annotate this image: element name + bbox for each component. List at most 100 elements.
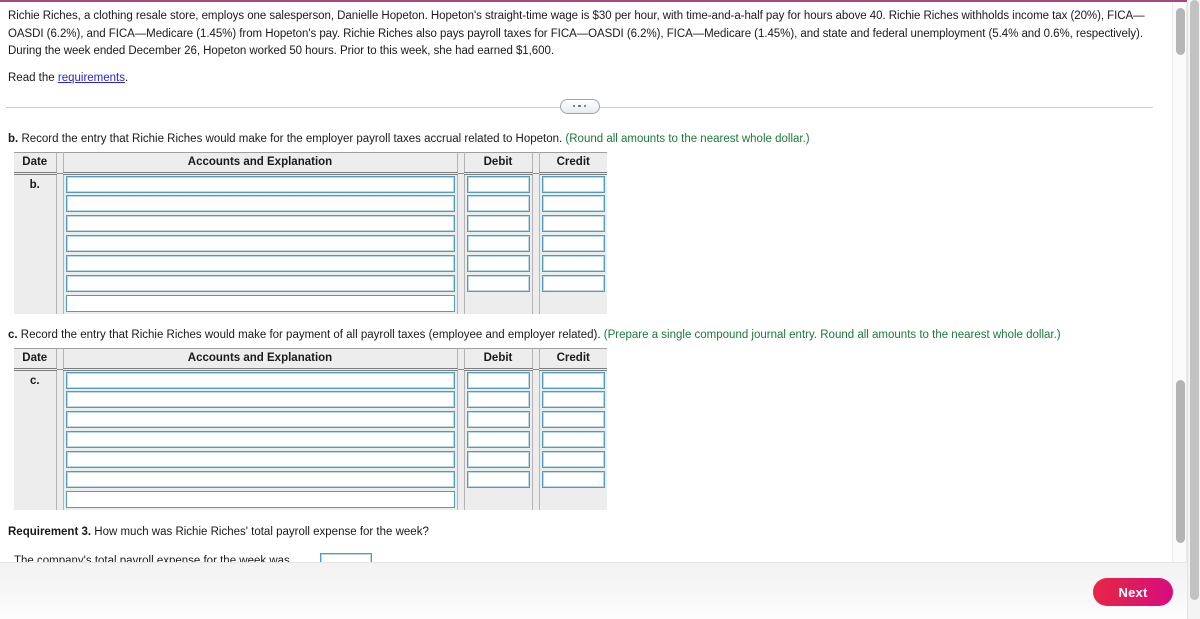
credit-input-c-1[interactable]	[541, 371, 605, 389]
account-input-c-2[interactable]	[65, 391, 455, 408]
debit-input-c-3[interactable]	[466, 411, 530, 428]
credit-input-b-1[interactable]	[541, 175, 605, 193]
problem-statement: Richie Riches, a clothing resale store, …	[8, 10, 1145, 57]
account-input-c-1[interactable]	[65, 371, 455, 389]
debit-cell	[464, 253, 532, 274]
debit-cell	[464, 389, 532, 410]
debit-input-c-4[interactable]	[466, 431, 530, 448]
debit-input-c-6[interactable]	[466, 471, 530, 488]
account-input-c-4[interactable]	[65, 431, 455, 448]
credit-input-b-4[interactable]	[541, 235, 605, 252]
credit-cell	[539, 369, 607, 390]
page-footer: Next	[0, 562, 1187, 619]
explanation-input-c[interactable]	[65, 491, 455, 508]
ellipsis-dot-icon	[572, 104, 576, 108]
debit-input-b-4[interactable]	[466, 235, 530, 252]
credit-cell	[539, 273, 607, 294]
account-input-b-1[interactable]	[65, 175, 455, 193]
next-button[interactable]: Next	[1093, 578, 1173, 606]
table-row	[14, 409, 607, 430]
account-cell	[63, 213, 457, 234]
account-input-c-5[interactable]	[65, 451, 455, 468]
total-payroll-expense-input[interactable]	[319, 552, 372, 562]
part-b-prompt: b. Record the entry that Richie Riches w…	[8, 132, 1161, 147]
table-row: c.	[14, 369, 607, 510]
account-input-b-3[interactable]	[65, 215, 455, 232]
read-suffix: .	[125, 71, 129, 84]
credit-input-b-2[interactable]	[541, 195, 605, 212]
column-separator	[456, 347, 465, 370]
debit-input-b-1[interactable]	[466, 175, 530, 193]
credit-cell	[539, 193, 607, 214]
credit-cell	[539, 173, 607, 194]
column-separator	[55, 347, 64, 370]
scrollbar-thumb-lower[interactable]	[1176, 380, 1185, 543]
requirement-3-answer-row: The company's total payroll expense for …	[14, 552, 1161, 562]
explanation-input-b[interactable]	[65, 295, 455, 312]
column-separator	[456, 151, 465, 174]
column-header-debit: Debit	[464, 347, 532, 371]
debit-cell	[464, 193, 532, 214]
page-scrollbar[interactable]	[1187, 0, 1200, 619]
account-input-b-6[interactable]	[65, 275, 455, 292]
debit-input-b-2[interactable]	[466, 195, 530, 212]
credit-input-c-3[interactable]	[541, 411, 605, 428]
explanation-cell	[63, 293, 457, 314]
account-cell	[63, 409, 457, 430]
debit-input-b-5[interactable]	[466, 255, 530, 272]
account-cell	[63, 469, 457, 490]
credit-input-c-6[interactable]	[541, 471, 605, 488]
credit-input-c-2[interactable]	[541, 391, 605, 408]
debit-cell	[464, 173, 532, 194]
table-row	[14, 273, 607, 294]
column-header-accounts: Accounts and Explanation	[63, 151, 457, 175]
credit-input-b-5[interactable]	[541, 255, 605, 272]
debit-cell	[464, 369, 532, 390]
part-c-letter: c.	[8, 328, 18, 341]
journal-b-header-row: Date Accounts and Explanation Debit Cred…	[14, 151, 607, 175]
table-row	[14, 389, 607, 410]
part-b-date-label: b.	[14, 173, 56, 314]
debit-input-c-5[interactable]	[466, 451, 530, 468]
credit-cell	[539, 449, 607, 470]
question-panel-scrollbar[interactable]	[1172, 2, 1187, 562]
page-scrollbar-thumb[interactable]	[1190, 0, 1199, 600]
account-input-c-6[interactable]	[65, 471, 455, 488]
account-input-b-2[interactable]	[65, 195, 455, 212]
read-requirements-line: Read the requirements.	[8, 70, 1161, 86]
account-cell	[63, 253, 457, 274]
part-b-hint: (Round all amounts to the nearest whole …	[565, 132, 810, 145]
journal-c-header-row: Date Accounts and Explanation Debit Cred…	[14, 347, 607, 371]
expand-ellipsis-button[interactable]	[559, 98, 600, 114]
column-header-credit: Credit	[539, 151, 607, 175]
account-input-c-3[interactable]	[65, 411, 455, 428]
scrollbar-thumb-upper[interactable]	[1176, 8, 1185, 55]
part-b-text: Record the entry that Richie Riches woul…	[21, 132, 563, 145]
journal-b-body: b.	[14, 173, 607, 314]
credit-input-b-3[interactable]	[541, 215, 605, 232]
debit-input-c-2[interactable]	[466, 391, 530, 408]
requirements-link[interactable]: requirements	[58, 72, 125, 84]
credit-cell	[539, 213, 607, 234]
debit-cell	[464, 273, 532, 294]
credit-input-b-6[interactable]	[541, 275, 605, 292]
credit-input-c-5[interactable]	[541, 451, 605, 468]
table-row	[14, 449, 607, 470]
explanation-cell	[63, 489, 457, 510]
table-row-explanation	[14, 293, 607, 314]
credit-input-c-4[interactable]	[541, 431, 605, 448]
account-input-b-5[interactable]	[65, 255, 455, 272]
account-input-b-4[interactable]	[65, 235, 455, 252]
account-cell	[63, 429, 457, 450]
account-cell	[63, 173, 457, 194]
account-cell	[63, 193, 457, 214]
debit-input-b-6[interactable]	[466, 275, 530, 292]
part-c-hint: (Prepare a single compound journal entry…	[603, 328, 1061, 341]
table-row	[14, 213, 607, 234]
journal-table-c: Date Accounts and Explanation Debit Cred…	[14, 347, 607, 510]
part-c-date-label: c.	[14, 369, 56, 510]
column-header-debit: Debit	[464, 151, 532, 175]
debit-input-c-1[interactable]	[466, 371, 530, 389]
debit-input-b-3[interactable]	[466, 215, 530, 232]
credit-cell	[539, 253, 607, 274]
